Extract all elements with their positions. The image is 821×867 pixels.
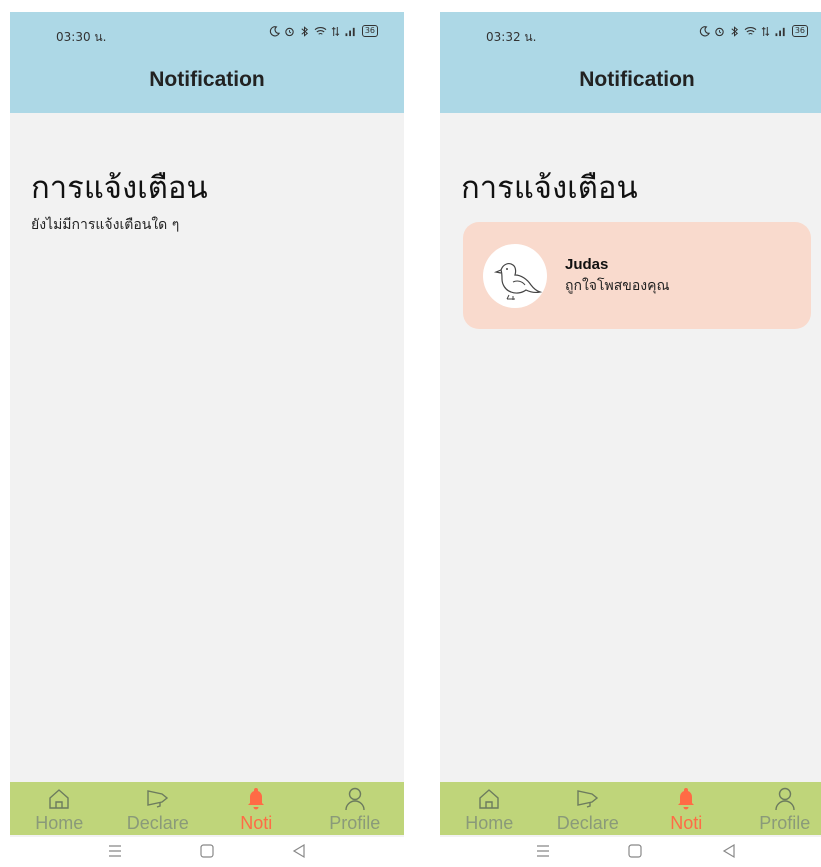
moon-icon [269,25,280,36]
nav-profile[interactable]: Profile [736,782,821,835]
system-nav-bar [440,837,821,867]
dove-icon [493,263,543,300]
megaphone-icon [147,790,168,808]
home-square-icon[interactable] [628,843,642,859]
battery-icon: 36 [361,25,378,37]
notifications-heading: การแจ้งเตือน [31,170,208,206]
home-square-icon[interactable] [200,843,214,859]
bottom-nav: Home Declare Noti Profile [10,782,404,835]
data-icon [331,26,339,36]
data-icon [761,26,769,36]
megaphone-icon [577,790,598,808]
profile-icon [775,787,795,811]
battery-icon: 36 [791,25,808,37]
menu-icon[interactable] [108,843,122,859]
back-icon[interactable] [292,843,306,859]
notification-sender: Judas [565,256,609,273]
nav-home[interactable]: Home [10,782,109,835]
bell-icon [248,788,265,810]
bottom-nav: Home Declare Noti Profile [440,782,821,835]
nav-noti-label: Noti [240,813,273,833]
nav-noti-label: Noti [670,813,703,833]
phone-screen-empty: 03:30 น. 36 Notification การแจ้งเตือน ยั… [10,12,404,867]
nav-home[interactable]: Home [440,782,539,835]
profile-icon [345,787,365,811]
bell-icon [678,788,695,810]
signal-icon [345,27,355,36]
page-title: Notification [149,68,265,91]
home-icon [49,789,69,809]
bluetooth-icon [301,25,308,37]
nav-profile[interactable]: Profile [306,782,405,835]
status-time: 03:30 น. [56,30,107,44]
nav-declare[interactable]: Declare [109,782,208,835]
status-icons: 36 [269,25,378,37]
nav-declare[interactable]: Declare [539,782,638,835]
app-bar: 03:32 น. 36 Notification [440,12,821,113]
page-title: Notification [579,68,695,91]
nav-home-label: Home [465,813,514,833]
nav-profile-label: Profile [329,813,381,833]
avatar [483,244,547,308]
status-time: 03:32 น. [486,30,537,44]
alarm-icon [715,27,724,36]
status-icons: 36 [699,25,808,37]
notification-message: ถูกใจโพสของคุณ [565,278,670,294]
alarm-icon [285,27,294,36]
system-nav-bar [10,837,404,867]
menu-icon[interactable] [536,843,550,859]
signal-icon [775,27,785,36]
bluetooth-icon [731,25,738,37]
empty-notifications-message: ยังไม่มีการแจ้งเตือนใด ๆ [31,217,180,233]
notification-card[interactable]: Judas ถูกใจโพสของคุณ [463,222,811,329]
nav-profile-label: Profile [759,813,811,833]
moon-icon [699,25,710,36]
home-icon [479,789,499,809]
nav-noti[interactable]: Noti [637,782,736,835]
nav-declare-label: Declare [126,813,189,833]
app-bar: 03:30 น. 36 Notification [10,12,404,113]
wifi-icon [744,26,757,35]
wifi-icon [314,26,327,35]
nav-noti[interactable]: Noti [207,782,306,835]
phone-screen-with-notification: 03:32 น. 36 Notification การแจ้งเตือน Ju… [440,12,821,867]
nav-declare-label: Declare [556,813,619,833]
back-icon[interactable] [722,843,736,859]
notifications-heading: การแจ้งเตือน [461,170,638,206]
nav-home-label: Home [35,813,84,833]
